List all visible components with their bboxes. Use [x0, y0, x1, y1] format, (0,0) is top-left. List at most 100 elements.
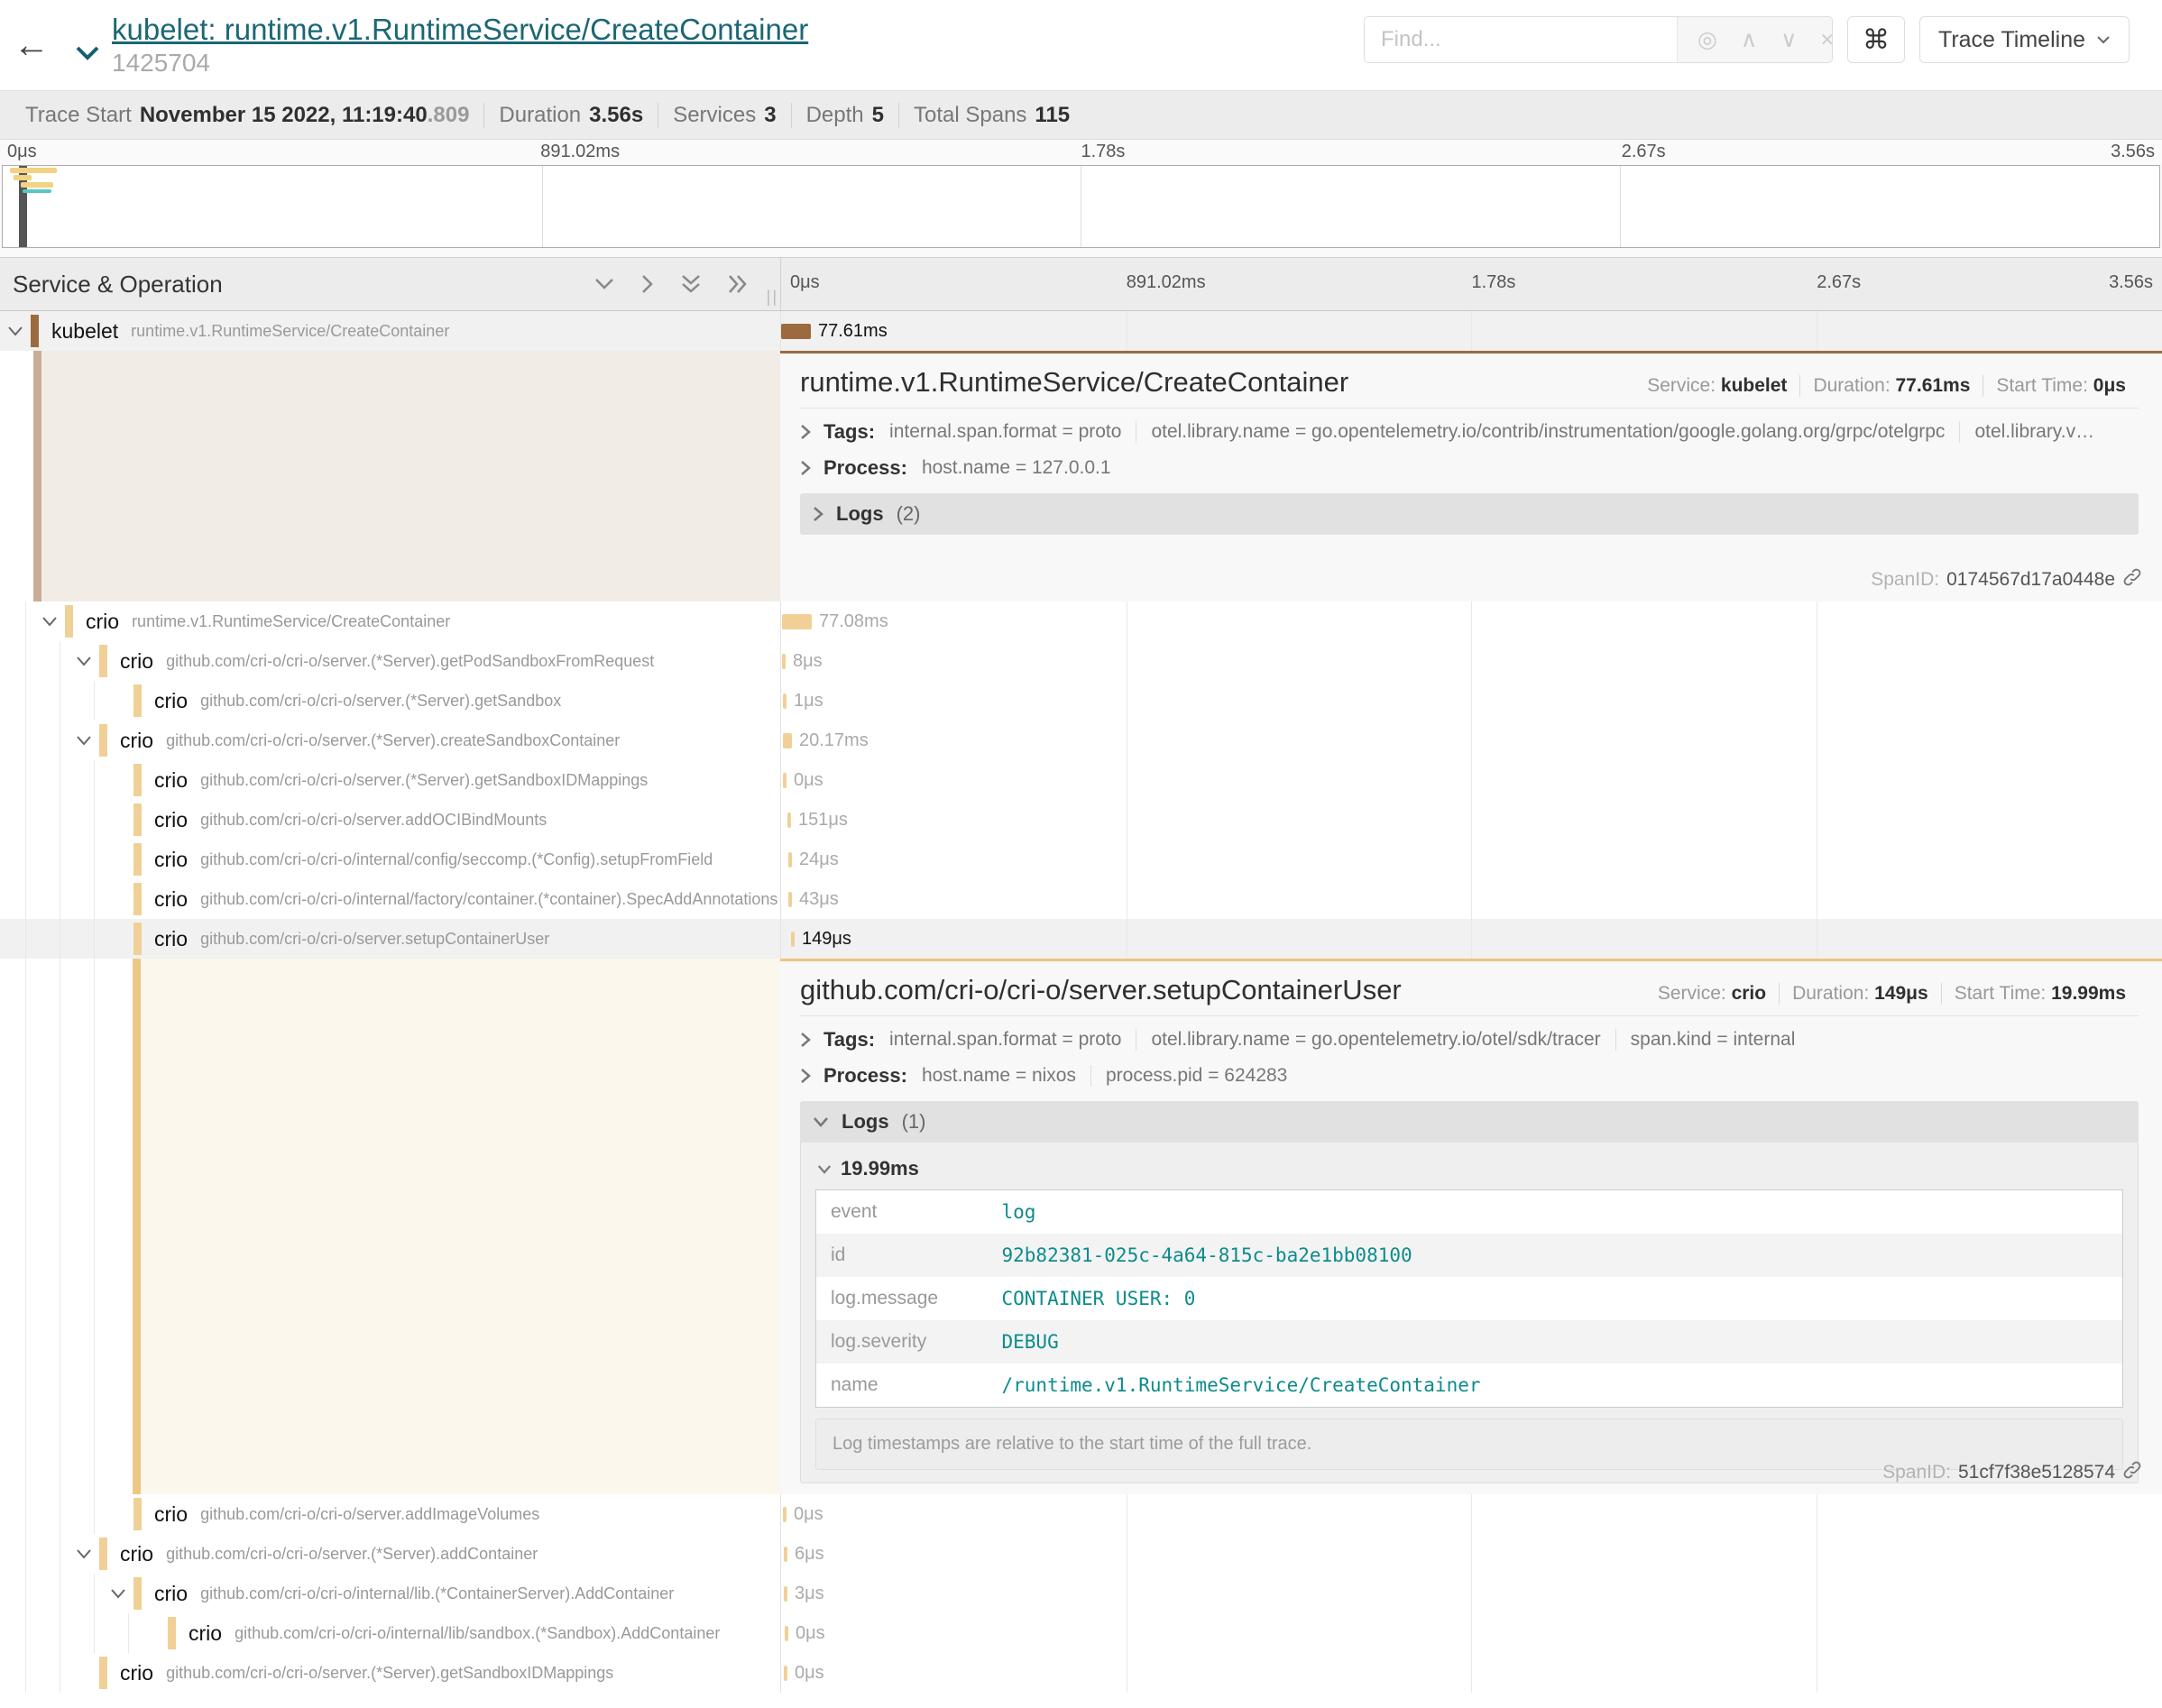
span-row-timeline-cell[interactable]: 20.17ms [780, 721, 2162, 760]
span-row[interactable]: crio github.com/cri-o/cri-o/server.(*Ser… [0, 721, 2162, 760]
span-collapse-chevron-icon[interactable] [76, 1548, 99, 1559]
span-row-name-cell[interactable]: crio github.com/cri-o/cri-o/server.(*Ser… [0, 760, 780, 800]
span-row[interactable]: crio github.com/cri-o/cri-o/server.(*Ser… [0, 681, 2162, 721]
span-row[interactable]: crio github.com/cri-o/cri-o/internal/lib… [0, 1613, 2162, 1653]
deep-link-icon[interactable] [2122, 1460, 2142, 1485]
span-duration-bar [787, 813, 791, 828]
span-row-name-cell[interactable]: crio github.com/cri-o/cri-o/server.addOC… [0, 800, 780, 840]
service-name: crio [120, 1661, 153, 1685]
span-row-name-cell[interactable]: crio github.com/cri-o/cri-o/internal/fac… [0, 879, 780, 919]
log-fields-table: eventlog id92b82381-025c-4a64-815c-ba2e1… [815, 1189, 2123, 1408]
locate-icon[interactable]: ◎ [1697, 26, 1717, 53]
service-name: crio [154, 848, 188, 872]
span-id-row: SpanID: 0174567d17a0448e [1871, 567, 2142, 592]
service-tint [141, 959, 780, 1494]
span-duration-label: 43μs [799, 889, 839, 910]
span-row[interactable]: crio runtime.v1.RuntimeService/CreateCon… [0, 601, 2162, 641]
logs-toggle[interactable]: Logs (1) [800, 1101, 2139, 1143]
span-row-timeline-cell[interactable]: 0μs [780, 760, 2162, 800]
logs-toggle[interactable]: Logs (2) [800, 493, 2139, 535]
span-row-name-cell[interactable]: crio github.com/cri-o/cri-o/server.(*Ser… [0, 1653, 780, 1693]
span-row-name-cell[interactable]: crio github.com/cri-o/cri-o/server.(*Ser… [0, 1534, 780, 1574]
span-row[interactable]: crio github.com/cri-o/cri-o/server.(*Ser… [0, 1534, 2162, 1574]
service-name: crio [154, 768, 188, 793]
span-row-timeline-cell[interactable]: 151μs [780, 800, 2162, 840]
span-row-name-cell[interactable]: crio github.com/cri-o/cri-o/internal/con… [0, 840, 780, 879]
span-row-name-cell[interactable]: crio github.com/cri-o/cri-o/server.(*Ser… [0, 641, 780, 681]
service-color-bar [133, 684, 142, 717]
operation-name: github.com/cri-o/cri-o/internal/lib.(*Co… [200, 1584, 674, 1603]
span-row-timeline-cell[interactable]: 1μs [780, 681, 2162, 721]
column-resize-handle[interactable]: || [767, 288, 778, 307]
service-color-bar [99, 645, 107, 677]
span-row-name-cell[interactable]: crio github.com/cri-o/cri-o/server.(*Ser… [0, 721, 780, 760]
span-row-name-cell[interactable]: crio github.com/cri-o/cri-o/server.addIm… [0, 1494, 780, 1534]
span-row-name-cell[interactable]: crio github.com/cri-o/cri-o/server.(*Ser… [0, 681, 780, 721]
span-row[interactable]: crio github.com/cri-o/cri-o/server.(*Ser… [0, 760, 2162, 800]
span-row-name-cell[interactable]: crio github.com/cri-o/cri-o/internal/lib… [0, 1613, 780, 1653]
trace-view-dropdown[interactable]: Trace Timeline [1919, 16, 2130, 63]
span-row[interactable]: crio github.com/cri-o/cri-o/internal/con… [0, 840, 2162, 879]
span-row-timeline-cell[interactable]: 0μs [780, 1613, 2162, 1653]
span-collapse-chevron-icon[interactable] [7, 326, 31, 336]
service-color-stripe [33, 351, 41, 601]
expand-all-icon[interactable] [728, 274, 748, 294]
expand-one-icon[interactable] [641, 274, 654, 294]
span-row-timeline-cell[interactable]: 6μs [780, 1534, 2162, 1574]
span-row-name-cell[interactable]: crio github.com/cri-o/cri-o/server.setup… [0, 919, 780, 959]
span-duration-bar [784, 1586, 787, 1602]
collapse-all-icon[interactable] [681, 274, 701, 294]
span-duration-bar [788, 892, 792, 907]
span-row-timeline-cell[interactable]: 0μs [780, 1653, 2162, 1693]
span-row-timeline-cell[interactable]: 24μs [780, 840, 2162, 879]
span-row-timeline-cell[interactable]: 3μs [780, 1574, 2162, 1613]
span-row[interactable]: crio github.com/cri-o/cri-o/server.setup… [0, 919, 2162, 959]
span-row-timeline-cell[interactable]: 8μs [780, 641, 2162, 681]
back-arrow-icon[interactable]: ← [0, 25, 63, 66]
service-color-bar [133, 843, 142, 876]
trace-title-link[interactable]: kubelet: runtime.v1.RuntimeService/Creat… [112, 13, 808, 47]
process-row[interactable]: Process: host.name = nixos process.pid =… [800, 1058, 2139, 1094]
find-input[interactable] [1365, 17, 1677, 62]
span-row[interactable]: crio github.com/cri-o/cri-o/server.addIm… [0, 1494, 2162, 1534]
span-collapse-chevron-icon[interactable] [76, 656, 99, 666]
timeline-minimap[interactable]: 0μs 891.02ms 1.78s 2.67s 3.56s [0, 140, 2162, 257]
span-row-timeline-cell[interactable]: 43μs [780, 879, 2162, 919]
clear-search-icon[interactable]: × [1820, 27, 1833, 53]
span-collapse-chevron-icon[interactable] [110, 1588, 133, 1599]
operation-name: github.com/cri-o/cri-o/server.(*Server).… [166, 1545, 538, 1564]
tags-row[interactable]: Tags: internal.span.format = proto otel.… [800, 1022, 2139, 1058]
span-detail-meta: Service: crio Duration: 149μs Start Time… [1645, 983, 2139, 1005]
log-entry-toggle[interactable]: 19.99ms [815, 1153, 2123, 1189]
span-collapse-chevron-icon[interactable] [41, 616, 65, 627]
next-result-icon[interactable]: ∨ [1780, 26, 1797, 53]
span-row-timeline-cell[interactable]: 77.61ms [780, 311, 2162, 351]
span-row[interactable]: crio github.com/cri-o/cri-o/server.(*Ser… [0, 641, 2162, 681]
collapse-one-icon[interactable] [594, 278, 614, 290]
trace-title-collapse-icon[interactable] [76, 46, 99, 60]
prev-result-icon[interactable]: ∧ [1741, 26, 1757, 53]
span-row[interactable]: crio github.com/cri-o/cri-o/server.addOC… [0, 800, 2162, 840]
span-row[interactable]: crio github.com/cri-o/cri-o/internal/fac… [0, 879, 2162, 919]
span-duration-bar [791, 932, 795, 947]
span-row[interactable]: crio github.com/cri-o/cri-o/internal/lib… [0, 1574, 2162, 1613]
keyboard-shortcuts-button[interactable]: ⌘ [1847, 16, 1905, 63]
span-row-name-cell[interactable]: kubelet runtime.v1.RuntimeService/Create… [0, 311, 780, 351]
span-row-timeline-cell[interactable]: 0μs [780, 1494, 2162, 1534]
span-collapse-chevron-icon[interactable] [76, 735, 99, 746]
span-id-row: SpanID: 51cf7f38e5128574 [1882, 1460, 2142, 1485]
process-row[interactable]: Process: host.name = 127.0.0.1 [800, 450, 2139, 486]
span-row-name-cell[interactable]: crio runtime.v1.RuntimeService/CreateCon… [0, 601, 780, 641]
span-row[interactable]: crio github.com/cri-o/cri-o/server.(*Ser… [0, 1653, 2162, 1693]
chevron-right-icon [800, 460, 811, 476]
minimap-canvas[interactable] [2, 165, 2160, 248]
service-operation-title: Service & Operation [13, 271, 594, 298]
tags-row[interactable]: Tags: internal.span.format = proto otel.… [800, 414, 2139, 450]
service-color-bar [99, 1657, 107, 1689]
span-row-timeline-cell[interactable]: 149μs [780, 919, 2162, 959]
span-row-timeline-cell[interactable]: 77.08ms [780, 601, 2162, 641]
deep-link-icon[interactable] [2122, 567, 2142, 592]
span-row[interactable]: kubelet runtime.v1.RuntimeService/Create… [0, 311, 2162, 351]
process-tag: host.name = 127.0.0.1 [920, 457, 1126, 479]
span-row-name-cell[interactable]: crio github.com/cri-o/cri-o/internal/lib… [0, 1574, 780, 1613]
